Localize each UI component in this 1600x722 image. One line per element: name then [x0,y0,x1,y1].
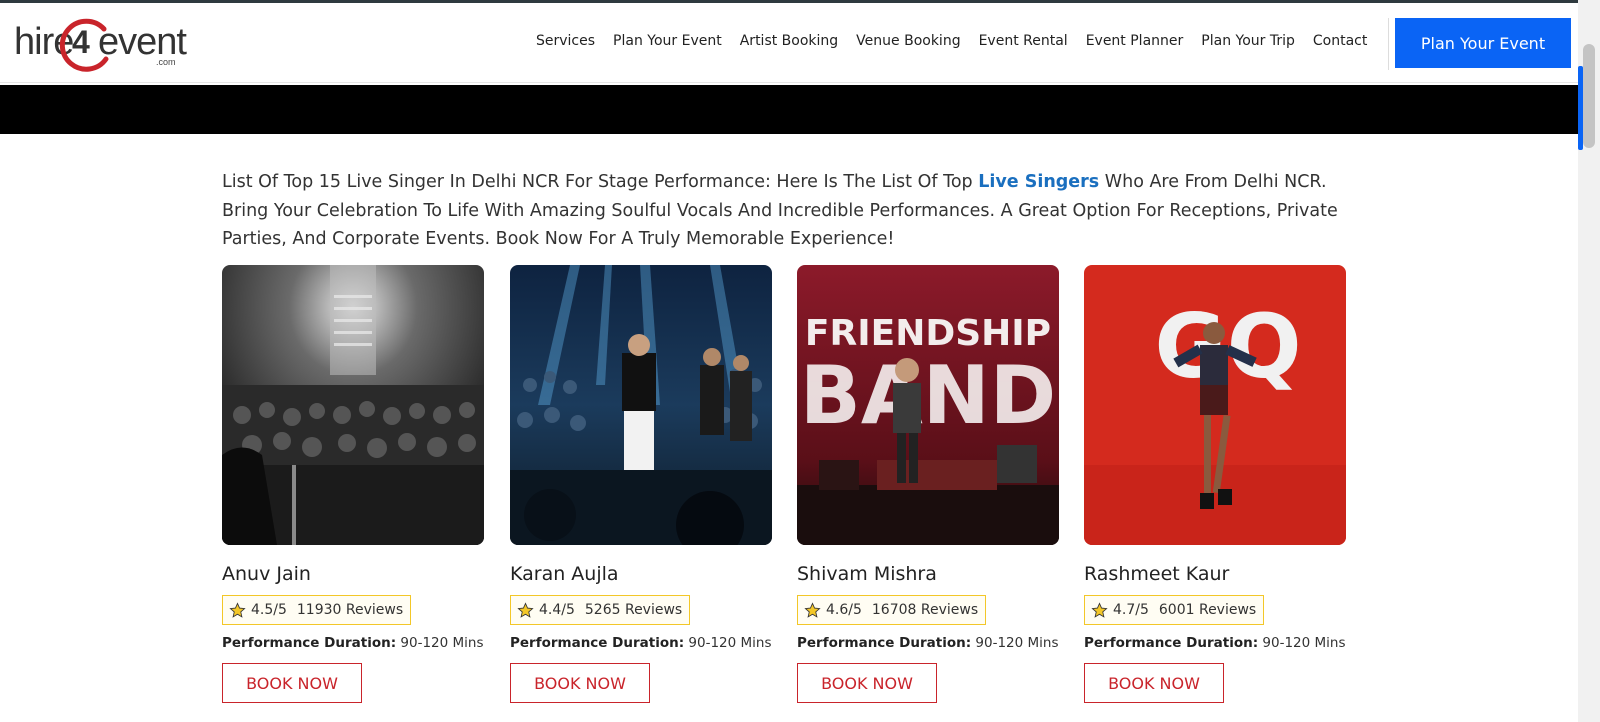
artist-card: FRIENDSHIP BAND Shivam Mishra 4.6/5 1670… [797,265,1059,703]
intro-paragraph: List Of Top 15 Live Singer In Delhi NCR … [222,168,1342,254]
rating-badge: 4.7/5 6001 Reviews [1084,595,1265,625]
book-now-button[interactable]: BOOK NOW [1084,663,1224,703]
artist-name[interactable]: Karan Aujla [510,563,772,585]
artist-photo[interactable]: GQ [1084,265,1346,545]
nav-venue-booking[interactable]: Venue Booking [856,33,960,49]
artist-card: Anuv Jain 4.5/5 11930 Reviews Performanc… [222,265,484,703]
duration-label: Performance Duration: [1084,635,1259,651]
nav-plan-your-trip[interactable]: Plan Your Trip [1201,33,1295,49]
hero-strip [0,85,1578,134]
band-banner-line1: FRIENDSHIP [805,313,1051,354]
site-logo[interactable]: hire 4 event .com [14,17,187,73]
plan-your-event-button[interactable]: Plan Your Event [1395,18,1571,68]
nav-contact[interactable]: Contact [1313,33,1367,49]
performance-duration: Performance Duration: 90-120 Mins [797,635,1059,651]
book-now-button[interactable]: BOOK NOW [510,663,650,703]
live-singers-link[interactable]: Live Singers [978,172,1099,192]
band-banner-line2: BAND [800,349,1056,442]
review-count: 16708 Reviews [871,602,979,618]
duration-value: 90-120 Mins [975,635,1059,651]
artist-photo[interactable]: FRIENDSHIP BAND [797,265,1059,545]
duration-label: Performance Duration: [797,635,972,651]
rating-value: 4.5/5 [251,602,287,618]
star-icon [1091,601,1108,618]
review-count: 6001 Reviews [1158,602,1257,618]
performance-duration: Performance Duration: 90-120 Mins [510,635,772,651]
artist-name[interactable]: Shivam Mishra [797,563,1059,585]
duration-value: 90-120 Mins [1262,635,1346,651]
scroll-progress-indicator [1578,66,1583,150]
duration-label: Performance Duration: [510,635,685,651]
star-icon [517,601,534,618]
intro-text-start: List Of Top 15 Live Singer In Delhi NCR … [222,172,979,192]
nav-event-rental[interactable]: Event Rental [979,33,1068,49]
logo-suffix: .com [156,57,176,67]
artist-name[interactable]: Rashmeet Kaur [1084,563,1346,585]
star-icon [804,601,821,618]
rating-badge: 4.5/5 11930 Reviews [222,595,412,625]
duration-label: Performance Duration: [222,635,397,651]
artist-photo[interactable] [222,265,484,545]
duration-value: 90-120 Mins [400,635,484,651]
rating-badge: 4.4/5 5265 Reviews [510,595,691,625]
performance-duration: Performance Duration: 90-120 Mins [1084,635,1346,651]
review-count: 5265 Reviews [584,602,683,618]
book-now-button[interactable]: BOOK NOW [222,663,362,703]
nav-plan-your-event[interactable]: Plan Your Event [613,33,722,49]
nav-artist-booking[interactable]: Artist Booking [740,33,838,49]
artist-name[interactable]: Anuv Jain [222,563,484,585]
rating-value: 4.6/5 [826,602,862,618]
rating-value: 4.4/5 [539,602,575,618]
artist-card: GQ Rashmeet Kaur 4.7/5 6001 Reviews Perf… [1084,265,1346,703]
nav-divider [1388,18,1389,70]
review-count: 11930 Reviews [296,602,404,618]
logo-number: 4 [72,24,90,60]
artist-photo[interactable] [510,265,772,545]
book-now-button[interactable]: BOOK NOW [797,663,937,703]
star-icon [229,601,246,618]
main-nav: Services Plan Your Event Artist Booking … [536,33,1385,49]
nav-event-planner[interactable]: Event Planner [1086,33,1184,49]
site-header: hire 4 event .com Services Plan Your Eve… [0,3,1578,83]
performance-duration: Performance Duration: 90-120 Mins [222,635,484,651]
artist-card: Karan Aujla 4.4/5 5265 Reviews Performan… [510,265,772,703]
duration-value: 90-120 Mins [688,635,772,651]
rating-value: 4.7/5 [1113,602,1149,618]
rating-badge: 4.6/5 16708 Reviews [797,595,987,625]
scrollbar-thumb[interactable] [1583,44,1595,148]
nav-services[interactable]: Services [536,33,595,49]
